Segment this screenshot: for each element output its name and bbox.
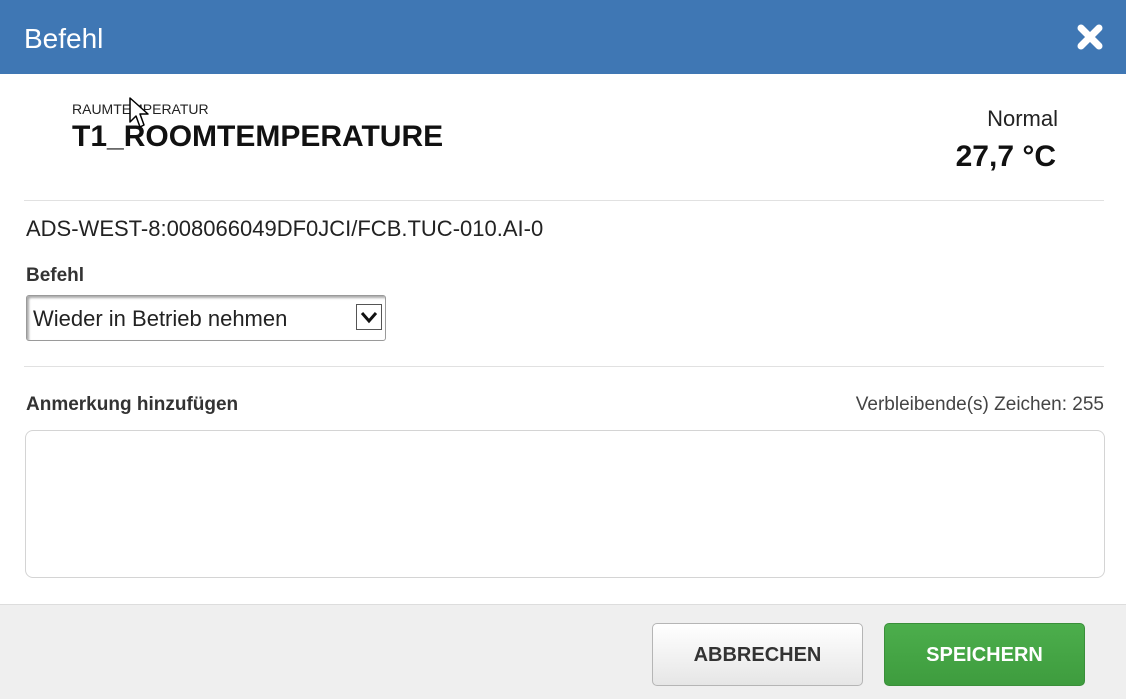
point-address: ADS-WEST-8:008066049DF0JCI/FCB.TUC-010.A… xyxy=(26,216,544,241)
status-label: Normal xyxy=(987,106,1058,131)
divider xyxy=(24,366,1104,367)
command-dialog: Befehl RAUMTEMPERATUR T1_ROOMTEMPERATURE… xyxy=(0,0,1126,699)
present-value: 27,7 °C xyxy=(955,140,1056,173)
annotation-textarea[interactable] xyxy=(25,430,1105,578)
chevron-down-icon[interactable] xyxy=(356,304,382,330)
close-icon[interactable] xyxy=(1074,21,1106,53)
command-select-value: Wieder in Betrieb nehmen xyxy=(33,306,288,331)
dialog-title: Befehl xyxy=(24,23,104,54)
cancel-button[interactable]: ABBRECHEN xyxy=(652,623,863,686)
command-select[interactable]: Wieder in Betrieb nehmen xyxy=(26,295,386,341)
point-name: T1_ROOMTEMPERATURE xyxy=(72,120,444,153)
save-button[interactable]: SPEICHERN xyxy=(884,623,1085,686)
command-label: Befehl xyxy=(26,265,85,286)
annotation-label: Anmerkung hinzufügen xyxy=(26,394,239,415)
point-subtitle: RAUMTEMPERATUR xyxy=(72,101,209,117)
dialog-titlebar: Befehl xyxy=(0,0,1126,74)
dialog-footer: ABBRECHEN SPEICHERN xyxy=(0,604,1126,699)
remaining-characters: Verbleibende(s) Zeichen: 255 xyxy=(855,394,1104,415)
divider xyxy=(24,200,1104,201)
